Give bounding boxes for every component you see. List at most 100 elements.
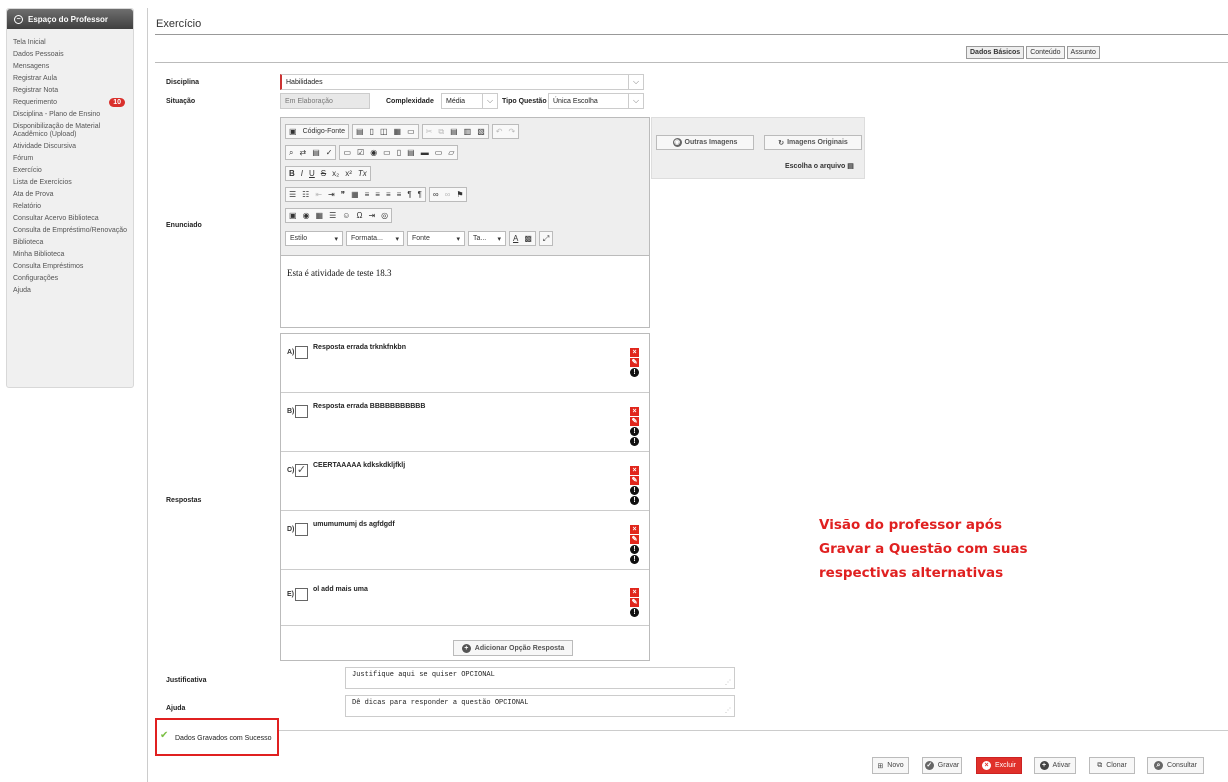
spellcheck-icon[interactable]: ✓: [326, 148, 333, 157]
sidebar-item[interactable]: Dados Pessoais: [7, 49, 133, 61]
bullet-list-icon[interactable]: ☷: [302, 190, 309, 199]
copy-icon[interactable]: ⧉: [438, 127, 444, 137]
iframe-icon[interactable]: ◎: [381, 211, 388, 220]
tab-assunto[interactable]: Assunto: [1066, 46, 1100, 59]
preview-icon[interactable]: ◫: [380, 127, 388, 136]
answer-checkbox[interactable]: [295, 588, 308, 601]
sidebar-item[interactable]: Disponibilização de Material Acadêmico (…: [7, 121, 133, 141]
sidebar-item[interactable]: Relatório: [7, 201, 133, 213]
info-icon[interactable]: !: [630, 555, 639, 564]
format-tools[interactable]: B I U Sx₂ x² Tx: [285, 166, 371, 181]
style-combo[interactable]: Estilo ▾: [285, 231, 343, 246]
clipboard-tools[interactable]: ✂ ⧉ ▤ ▥ ▧: [421, 124, 489, 139]
tab-dados-basicos[interactable]: Dados Básicos: [966, 46, 1025, 59]
info-icon[interactable]: !: [630, 427, 639, 436]
clonar-button[interactable]: ⧉ Clonar: [1089, 757, 1135, 774]
resize-grip-icon[interactable]: ⋰: [725, 707, 731, 714]
format-combo[interactable]: Formata... ▾: [346, 231, 404, 246]
superscript-icon[interactable]: x²: [345, 169, 352, 178]
sidebar-item[interactable]: Lista de Exercícios: [7, 177, 133, 189]
color-tools[interactable]: A ▩: [509, 231, 536, 246]
textfield-icon[interactable]: ▭: [383, 148, 391, 157]
smiley-icon[interactable]: ☺: [342, 211, 350, 220]
ltr-icon[interactable]: ¶: [407, 190, 411, 199]
resize-grip-icon[interactable]: ⋰: [725, 679, 731, 686]
checkbox-icon[interactable]: ☑: [357, 148, 364, 157]
excluir-button[interactable]: × Excluir: [976, 757, 1022, 774]
edit-icon[interactable]: ✎: [630, 476, 639, 485]
sidebar-item[interactable]: Registrar Aula: [7, 73, 133, 85]
text-color-icon[interactable]: A: [513, 234, 518, 243]
cut-icon[interactable]: ✂: [426, 127, 433, 136]
history-tools[interactable]: ↶ ↷: [491, 124, 520, 139]
maximize-button[interactable]: ⤢: [538, 231, 554, 246]
radio-icon[interactable]: ◉: [370, 148, 377, 157]
imagens-originais-button[interactable]: ↻ Imagens Originais: [764, 135, 862, 150]
new-page-icon[interactable]: ▯: [370, 127, 374, 136]
answer-checkbox[interactable]: [295, 523, 308, 536]
edit-icon[interactable]: ✎: [630, 358, 639, 367]
bold-icon[interactable]: B: [289, 169, 295, 178]
image-icon[interactable]: ▣: [289, 211, 297, 220]
edit-icon[interactable]: ✎: [630, 598, 639, 607]
sidebar-item[interactable]: Consulta de Empréstimo/Renovação: [7, 225, 133, 237]
sidebar-item[interactable]: Fórum: [7, 153, 133, 165]
anchor-icon[interactable]: ⚑: [456, 190, 463, 199]
sidebar-item[interactable]: Registrar Nota: [7, 85, 133, 97]
chevron-down-icon[interactable]: ⌵: [482, 94, 497, 108]
link-icon[interactable]: ∞: [433, 190, 439, 199]
sidebar-item[interactable]: Consultar Acervo Biblioteca: [7, 213, 133, 225]
form-tools[interactable]: ▭ ☑ ◉ ▭ ▯ ▤ ▬ ▭ ▱: [339, 145, 459, 160]
search-icon[interactable]: ⌕: [289, 148, 293, 158]
align-right-icon[interactable]: ≡: [386, 190, 391, 199]
strike-icon[interactable]: S: [321, 169, 326, 178]
tab-conteudo[interactable]: Conteúdo: [1026, 46, 1065, 59]
sidebar-item[interactable]: Biblioteca: [7, 237, 133, 249]
source-button[interactable]: ▣ Código-Fonte: [285, 124, 349, 139]
delete-icon[interactable]: ×: [630, 466, 639, 475]
replace-icon[interactable]: ⇄: [299, 148, 306, 157]
chevron-down-icon[interactable]: ⌵: [628, 94, 643, 108]
underline-icon[interactable]: U: [309, 169, 315, 178]
sidebar-item[interactable]: Mensagens: [7, 61, 133, 73]
tipo-questao-select[interactable]: Única Escolha ⌵: [548, 93, 644, 109]
undo-icon[interactable]: ↶: [496, 127, 503, 136]
special-char-icon[interactable]: Ω: [356, 211, 362, 220]
answer-checkbox[interactable]: [295, 405, 308, 418]
insert-tools[interactable]: ▣ ◉ ▦ ☰ ☺ Ω ⇥ ◎: [285, 208, 393, 223]
info-icon[interactable]: !: [630, 496, 639, 505]
delete-icon[interactable]: ×: [630, 588, 639, 597]
info-icon[interactable]: !: [630, 545, 639, 554]
disciplina-select[interactable]: Habilidades ⌵: [280, 74, 644, 90]
div-icon[interactable]: ▦: [351, 190, 359, 199]
textarea-icon[interactable]: ▯: [397, 148, 401, 157]
justificativa-textarea[interactable]: Justifique aqui se quiser OPCIONAL ⋰: [345, 667, 735, 689]
align-center-icon[interactable]: ≡: [375, 190, 380, 199]
answer-checkbox[interactable]: ✓: [295, 464, 308, 477]
complexidade-select[interactable]: Média ⌵: [441, 93, 498, 109]
info-icon[interactable]: !: [630, 608, 639, 617]
unlink-icon[interactable]: ∞: [445, 190, 451, 199]
info-icon[interactable]: !: [630, 486, 639, 495]
sidebar-header[interactable]: − Espaço do Professor: [7, 9, 133, 29]
hidden-field-icon[interactable]: ▱: [448, 148, 454, 157]
rich-text-editor[interactable]: ▣ Código-Fonte ▤ ▯ ◫ ▦ ▭ ✂ ⧉ ▤ ▥ ▧ ↶ ↷ ⌕ ⇄ ▤ ✓ ▭ ☑ ◉ ▭ ▯…: [280, 117, 650, 328]
delete-icon[interactable]: ×: [630, 348, 639, 357]
save-icon[interactable]: ▤: [356, 127, 364, 136]
sidebar-item[interactable]: Atividade Discursiva: [7, 141, 133, 153]
remove-format-icon[interactable]: Tx: [358, 169, 367, 178]
font-combo[interactable]: Fonte ▾: [407, 231, 465, 246]
size-combo[interactable]: Ta... ▾: [468, 231, 506, 246]
templates-icon[interactable]: ▭: [407, 127, 415, 136]
align-left-icon[interactable]: ≡: [365, 190, 370, 199]
info-icon[interactable]: !: [630, 368, 639, 377]
paste-icon[interactable]: ▤: [450, 127, 458, 136]
gravar-button[interactable]: ✓ Gravar: [922, 757, 962, 774]
sidebar-item[interactable]: Requerimento 10: [7, 97, 133, 109]
sidebar-item[interactable]: Ata de Prova: [7, 189, 133, 201]
numbered-list-icon[interactable]: ☰: [289, 190, 296, 199]
sidebar-item[interactable]: Disciplina - Plano de Ensino: [7, 109, 133, 121]
image-button-icon[interactable]: ▭: [435, 148, 443, 157]
find-tools[interactable]: ⌕ ⇄ ▤ ✓: [285, 145, 337, 160]
page-break-icon[interactable]: ⇥: [368, 211, 375, 220]
